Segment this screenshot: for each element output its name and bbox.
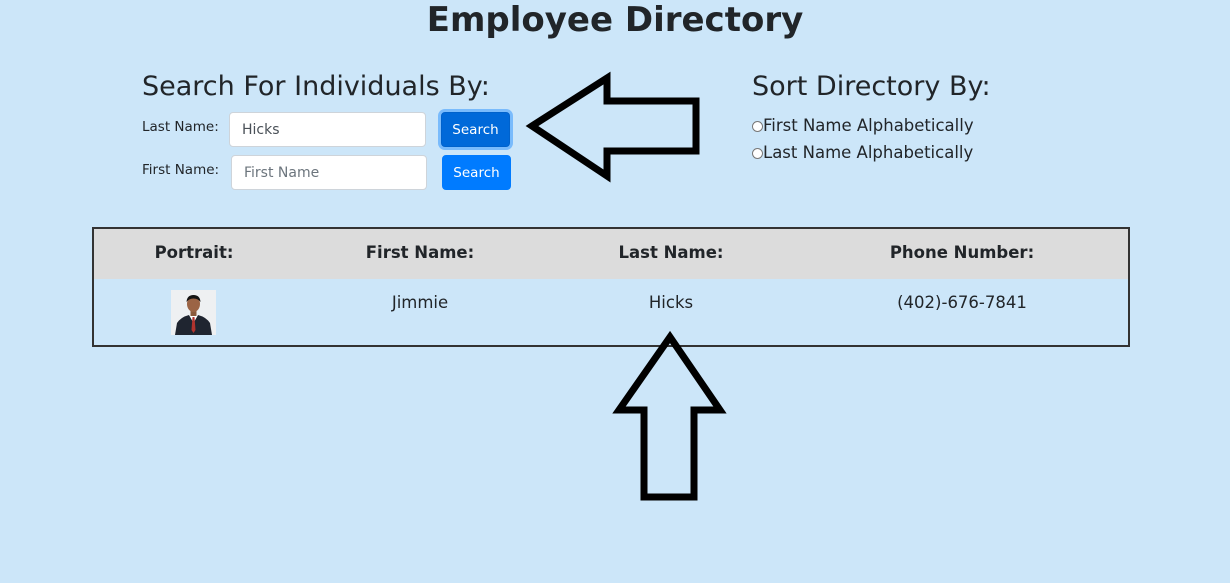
sort-option-last-name[interactable]: Last Name Alphabetically xyxy=(752,143,973,163)
table-header-row: Portrait: First Name: Last Name: Phone N… xyxy=(94,229,1128,279)
first-name-label: First Name: xyxy=(142,162,220,178)
page-title: Employee Directory xyxy=(426,0,804,40)
last-name-input[interactable] xyxy=(229,112,426,147)
employee-table: Portrait: First Name: Last Name: Phone N… xyxy=(92,227,1130,347)
last-name-label: Last Name: xyxy=(142,119,219,135)
sort-first-name-label: First Name Alphabetically xyxy=(763,116,974,135)
person-photo-icon xyxy=(171,290,216,335)
sort-last-name-label: Last Name Alphabetically xyxy=(763,143,974,162)
sort-heading: Sort Directory By: xyxy=(752,71,991,102)
sort-last-name-radio[interactable] xyxy=(752,147,763,159)
left-arrow-icon xyxy=(525,71,700,183)
first-name-input[interactable] xyxy=(231,155,427,190)
cell-phone-number: (402)-676-7841 xyxy=(897,293,1027,312)
last-name-search-button[interactable]: Search xyxy=(441,112,510,147)
header-first-name: First Name: xyxy=(365,243,475,262)
sort-option-first-name[interactable]: First Name Alphabetically xyxy=(752,116,974,136)
header-portrait: Portrait: xyxy=(154,243,234,262)
first-name-search-button[interactable]: Search xyxy=(442,155,511,190)
cell-first-name: Jimmie xyxy=(391,293,449,312)
header-phone-number: Phone Number: xyxy=(889,243,1035,262)
header-last-name: Last Name: xyxy=(618,243,724,262)
cell-last-name: Hicks xyxy=(648,293,694,312)
search-heading: Search For Individuals By: xyxy=(142,71,490,102)
up-arrow-icon xyxy=(612,330,727,501)
sort-first-name-radio[interactable] xyxy=(752,120,763,132)
